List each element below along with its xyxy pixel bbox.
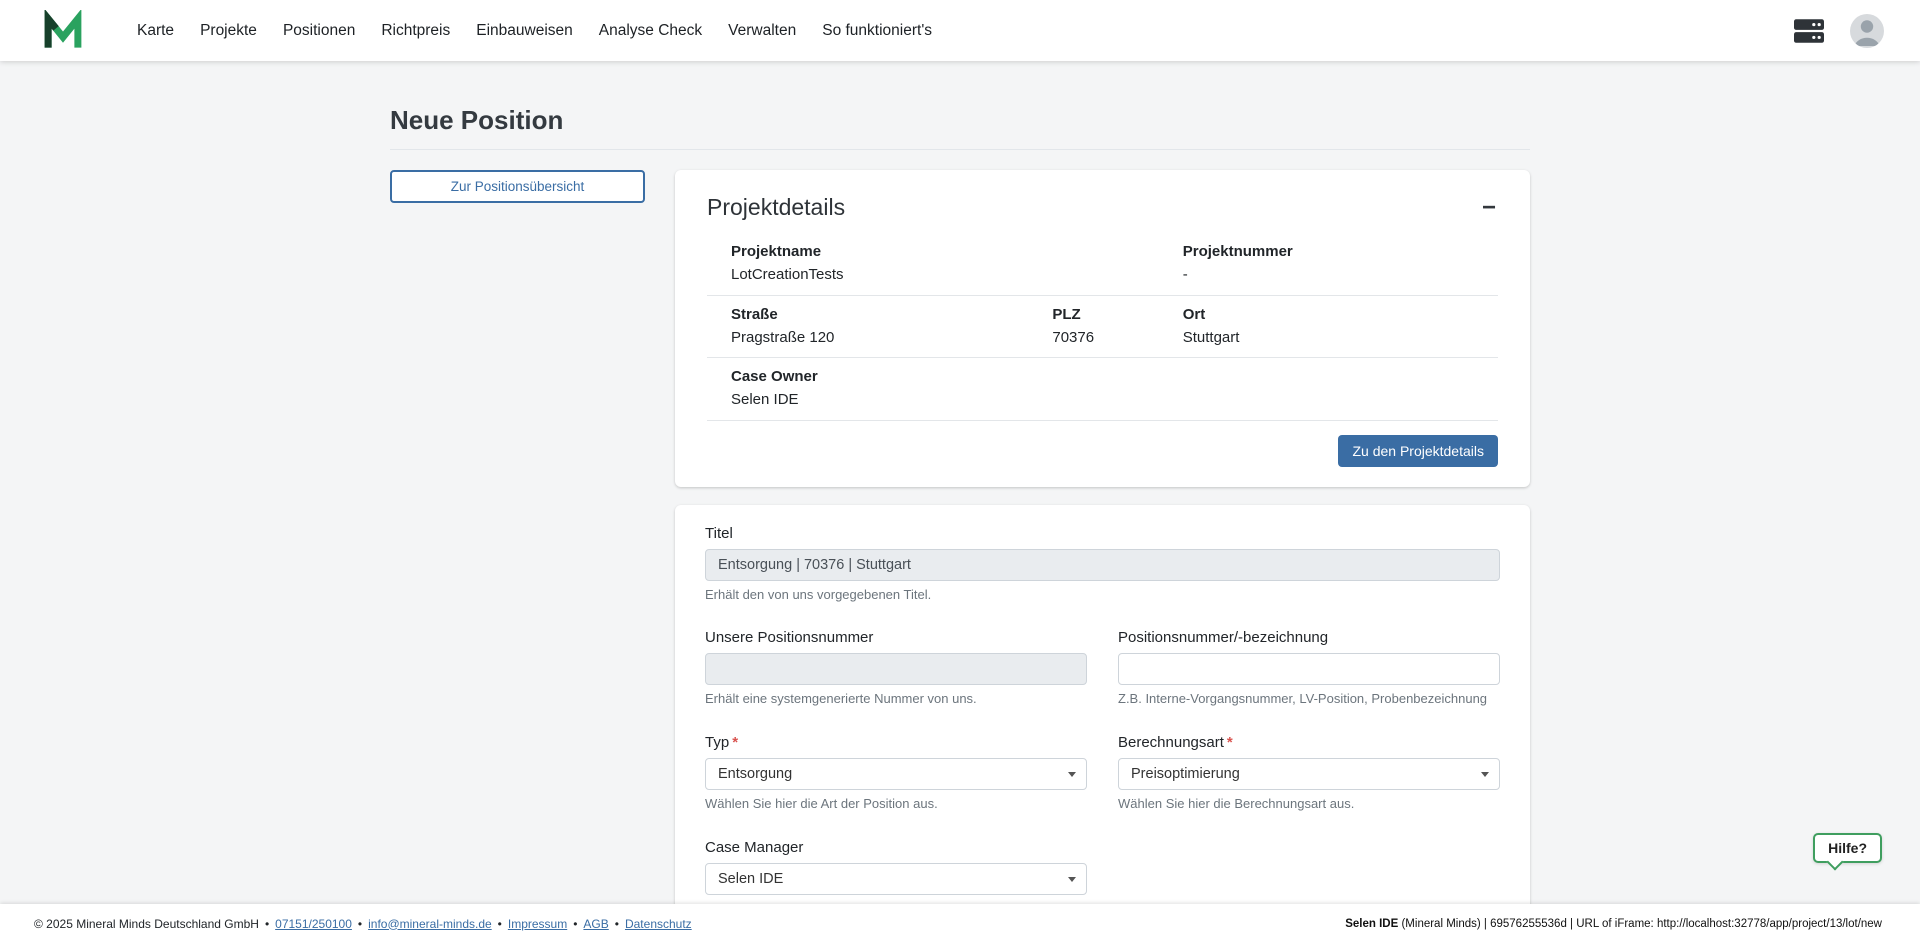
projektname-value: LotCreationTests <box>731 265 1183 285</box>
ort-label: Ort <box>1183 305 1498 325</box>
unsere-positionsnummer-label: Unsere Positionsnummer <box>705 629 1087 646</box>
help-button[interactable]: Hilfe? <box>1813 833 1882 863</box>
main-nav: Karte Projekte Positionen Richtpreis Ein… <box>124 13 945 49</box>
typ-select[interactable]: Entsorgung <box>705 758 1087 790</box>
unsere-positionsnummer-help-text: Erhält eine systemgenerierte Nummer von … <box>705 691 1087 708</box>
table-row: Straße Pragstraße 120 PLZ 70376 Ort Stut… <box>707 296 1498 359</box>
projektnummer-cell: Projektnummer - <box>1183 242 1498 286</box>
strasse-cell: Straße Pragstraße 120 <box>731 305 1052 349</box>
session-details: (Mineral Minds) | 69576255536d | URL of … <box>1398 918 1882 930</box>
left-column: Zur Positionsübersicht <box>390 170 675 203</box>
titel-input <box>705 549 1500 581</box>
case-manager-select[interactable]: Selen IDE <box>705 863 1087 895</box>
separator-dot: • <box>615 917 619 931</box>
case-manager-select-value: Selen IDE <box>718 871 783 887</box>
ort-cell: Ort Stuttgart <box>1183 305 1498 349</box>
unsere-positionsnummer-group: Unsere Positionsnummer Erhält eine syste… <box>705 629 1087 708</box>
session-info: Selen IDE (Mineral Minds) | 69576255536d… <box>1345 918 1882 930</box>
titel-label: Titel <box>705 525 1500 542</box>
positionsnummer-help-text: Z.B. Interne-Vorgangsnummer, LV-Position… <box>1118 691 1500 708</box>
berechnungsart-help-text: Wählen Sie hier die Berechnungsart aus. <box>1118 796 1500 813</box>
project-details-card: Projektdetails − Projektname LotCreation… <box>675 170 1530 487</box>
case-owner-label: Case Owner <box>731 367 1498 387</box>
nav-item-karte[interactable]: Karte <box>124 13 187 49</box>
chevron-down-icon <box>1068 877 1076 882</box>
user-avatar-icon[interactable] <box>1850 14 1884 48</box>
plz-value: 70376 <box>1052 328 1182 348</box>
positions-overview-button[interactable]: Zur Positionsübersicht <box>390 170 645 203</box>
footer: © 2025 Mineral Minds Deutschland GmbH • … <box>0 904 1920 943</box>
top-navbar: Karte Projekte Positionen Richtpreis Ein… <box>0 0 1920 61</box>
nav-item-richtpreis[interactable]: Richtpreis <box>368 13 463 49</box>
footer-link-impressum[interactable]: Impressum <box>508 917 567 931</box>
projektnummer-label: Projektnummer <box>1183 242 1498 262</box>
titel-group: Titel Erhält den von uns vorgegebenen Ti… <box>705 525 1500 604</box>
plz-cell: PLZ 70376 <box>1052 305 1182 349</box>
main-content: Neue Position Zur Positionsübersicht Pro… <box>0 61 1920 943</box>
berechnungsart-select-value: Preisoptimierung <box>1131 766 1240 782</box>
separator-dot: • <box>358 917 362 931</box>
berechnungsart-group: Berechnungsart* Preisoptimierung Wählen … <box>1118 734 1500 813</box>
strasse-label: Straße <box>731 305 1052 325</box>
session-user: Selen IDE <box>1345 918 1398 930</box>
projektname-cell: Projektname LotCreationTests <box>731 242 1183 286</box>
typ-group: Typ* Entsorgung Wählen Sie hier die Art … <box>705 734 1087 813</box>
titel-help-text: Erhält den von uns vorgegebenen Titel. <box>705 587 1500 604</box>
nav-item-so-funktionierts[interactable]: So funktioniert's <box>809 13 945 49</box>
positionsnummer-group: Positionsnummer/-bezeichnung Z.B. Intern… <box>1118 629 1500 708</box>
typ-label: Typ* <box>705 734 1087 751</box>
collapse-minus-icon[interactable]: − <box>1480 190 1498 220</box>
strasse-value: Pragstraße 120 <box>731 328 1052 348</box>
footer-left: © 2025 Mineral Minds Deutschland GmbH • … <box>34 917 692 931</box>
help-button-label: Hilfe? <box>1828 840 1867 856</box>
project-card-title: Projektdetails <box>707 194 845 221</box>
nav-item-projekte[interactable]: Projekte <box>187 13 270 49</box>
unsere-positionsnummer-input <box>705 653 1087 685</box>
right-column: Projektdetails − Projektname LotCreation… <box>675 170 1530 943</box>
case-owner-cell: Case Owner Selen IDE <box>731 367 1498 411</box>
projektname-label: Projektname <box>731 242 1183 262</box>
chevron-down-icon <box>1481 772 1489 777</box>
nav-item-einbauweisen[interactable]: Einbauweisen <box>463 13 586 49</box>
new-position-form-card: Titel Erhält den von uns vorgegebenen Ti… <box>675 505 1530 943</box>
projektnummer-value: - <box>1183 265 1498 285</box>
positionsnummer-input[interactable] <box>1118 653 1500 685</box>
case-manager-group: Case Manager Selen IDE <box>705 839 1087 895</box>
mineral-minds-logo-icon[interactable] <box>42 10 84 52</box>
footer-link-datenschutz[interactable]: Datenschutz <box>625 917 692 931</box>
separator-dot: • <box>573 917 577 931</box>
navbar-right <box>1794 14 1884 48</box>
chevron-down-icon <box>1068 772 1076 777</box>
ort-value: Stuttgart <box>1183 328 1498 348</box>
nav-item-positionen[interactable]: Positionen <box>270 13 368 49</box>
plz-label: PLZ <box>1052 305 1182 325</box>
berechnungsart-select[interactable]: Preisoptimierung <box>1118 758 1500 790</box>
project-details-table: Projektname LotCreationTests Projektnumm… <box>707 233 1498 421</box>
required-asterisk: * <box>732 734 738 751</box>
typ-select-value: Entsorgung <box>718 766 792 782</box>
required-asterisk: * <box>1227 734 1233 751</box>
footer-link-email[interactable]: info@mineral-minds.de <box>368 917 492 931</box>
copyright-text: © 2025 Mineral Minds Deutschland GmbH <box>34 917 259 931</box>
separator-dot: • <box>498 917 502 931</box>
case-manager-label: Case Manager <box>705 839 1087 856</box>
berechnungsart-label: Berechnungsart* <box>1118 734 1500 751</box>
table-row: Projektname LotCreationTests Projektnumm… <box>707 233 1498 296</box>
page-title: Neue Position <box>390 105 1530 150</box>
nav-item-analyse-check[interactable]: Analyse Check <box>586 13 715 49</box>
case-owner-value: Selen IDE <box>731 390 1498 410</box>
nav-item-verwalten[interactable]: Verwalten <box>715 13 809 49</box>
typ-help-text: Wählen Sie hier die Art der Position aus… <box>705 796 1087 813</box>
positionsnummer-label: Positionsnummer/-bezeichnung <box>1118 629 1500 646</box>
footer-link-agb[interactable]: AGB <box>583 917 608 931</box>
server-icon[interactable] <box>1794 18 1824 44</box>
typ-label-text: Typ <box>705 734 729 751</box>
to-project-details-button[interactable]: Zu den Projektdetails <box>1338 435 1498 467</box>
separator-dot: • <box>265 917 269 931</box>
footer-link-phone[interactable]: 07151/250100 <box>275 917 352 931</box>
table-row: Case Owner Selen IDE <box>707 358 1498 421</box>
berechnungsart-label-text: Berechnungsart <box>1118 734 1224 751</box>
